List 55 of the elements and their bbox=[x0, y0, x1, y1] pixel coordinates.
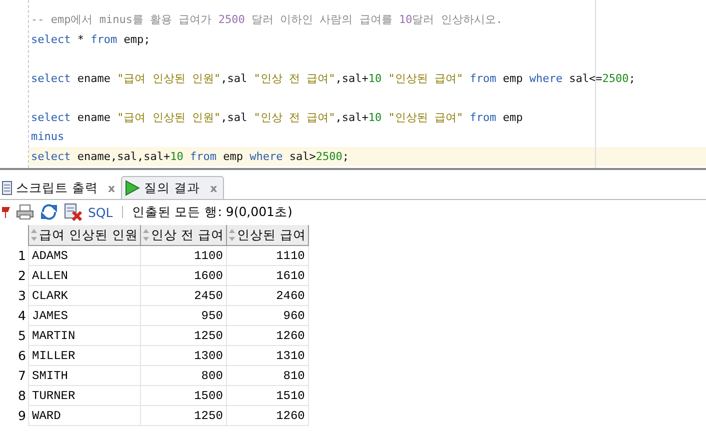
table-cell: 1110 bbox=[226, 246, 308, 266]
table-cell: 1500 bbox=[140, 386, 226, 406]
table-cell: 1510 bbox=[226, 386, 308, 406]
table-cell: MARTIN bbox=[28, 326, 140, 346]
pin-icon[interactable] bbox=[2, 205, 10, 219]
table-cell: 1260 bbox=[226, 406, 308, 426]
row-number: 5 bbox=[0, 326, 28, 346]
table-cell: WARD bbox=[28, 406, 140, 426]
sql-link[interactable]: SQL bbox=[88, 204, 113, 220]
table-cell: 1100 bbox=[140, 246, 226, 266]
table-cell: JAMES bbox=[28, 306, 140, 326]
row-number: 4 bbox=[0, 306, 28, 326]
play-icon bbox=[124, 180, 140, 196]
row-number: 7 bbox=[0, 366, 28, 386]
table-cell: SMITH bbox=[28, 366, 140, 386]
code-line: minus bbox=[30, 129, 66, 145]
table-cell: ALLEN bbox=[28, 266, 140, 286]
table-cell: ADAMS bbox=[28, 246, 140, 266]
column-header[interactable]: 인상 전 급여 bbox=[140, 225, 226, 246]
column-header[interactable]: 급여 인상된 인원 bbox=[28, 225, 140, 246]
row-number: 2 bbox=[0, 266, 28, 286]
column-header[interactable]: 인상된 급여 bbox=[226, 225, 308, 246]
row-number: 8 bbox=[0, 386, 28, 406]
table-cell: 1250 bbox=[140, 326, 226, 346]
fetch-status: 인출된 모든 행: 9(0,001초) bbox=[132, 204, 292, 220]
table-cell: 800 bbox=[140, 366, 226, 386]
result-tab[interactable]: 질의 결과 x bbox=[121, 176, 224, 199]
table-cell: 1300 bbox=[140, 346, 226, 366]
code-line: -- emp에서 minus를 활용 급여가 2500 달러 이하인 사람의 급여를 10달러 인상하시오. bbox=[30, 12, 504, 28]
row-number: 3 bbox=[0, 286, 28, 306]
document-icon bbox=[2, 181, 12, 195]
table-cell: 1260 bbox=[226, 326, 308, 346]
table-cell: MILLER bbox=[28, 346, 140, 366]
code-line: select ename "급여 인상된 인원",sal "인상 전 급여",sal+10 "인상된 급여" from emp where sal<=2500; bbox=[30, 70, 636, 86]
refresh-icon[interactable] bbox=[40, 203, 58, 221]
table-cell: 1250 bbox=[140, 406, 226, 426]
printer-icon[interactable] bbox=[16, 204, 34, 220]
row-number: 9 bbox=[0, 406, 28, 426]
table-cell: CLARK bbox=[28, 286, 140, 306]
row-number: 6 bbox=[0, 346, 28, 366]
table-cell: 950 bbox=[140, 306, 226, 326]
table-cell: 1610 bbox=[226, 266, 308, 286]
result-tab[interactable]: 스크립트 출력 x bbox=[0, 177, 122, 199]
row-number: 1 bbox=[0, 246, 28, 266]
table-cell: 1310 bbox=[226, 346, 308, 366]
code-line: select * from emp; bbox=[30, 32, 152, 48]
table-cell: 1600 bbox=[140, 266, 226, 286]
table-cell: 2460 bbox=[226, 286, 308, 306]
table-cell: 960 bbox=[226, 306, 308, 326]
clear-document-icon[interactable] bbox=[64, 203, 82, 221]
table-cell: 2450 bbox=[140, 286, 226, 306]
close-icon[interactable]: x bbox=[108, 182, 116, 194]
code-line: select ename "급여 인상된 인원",sal "인상 전 급여",sal+10 "인상된 급여" from emp bbox=[30, 110, 524, 126]
table-cell: 810 bbox=[226, 366, 308, 386]
table-cell: TURNER bbox=[28, 386, 140, 406]
